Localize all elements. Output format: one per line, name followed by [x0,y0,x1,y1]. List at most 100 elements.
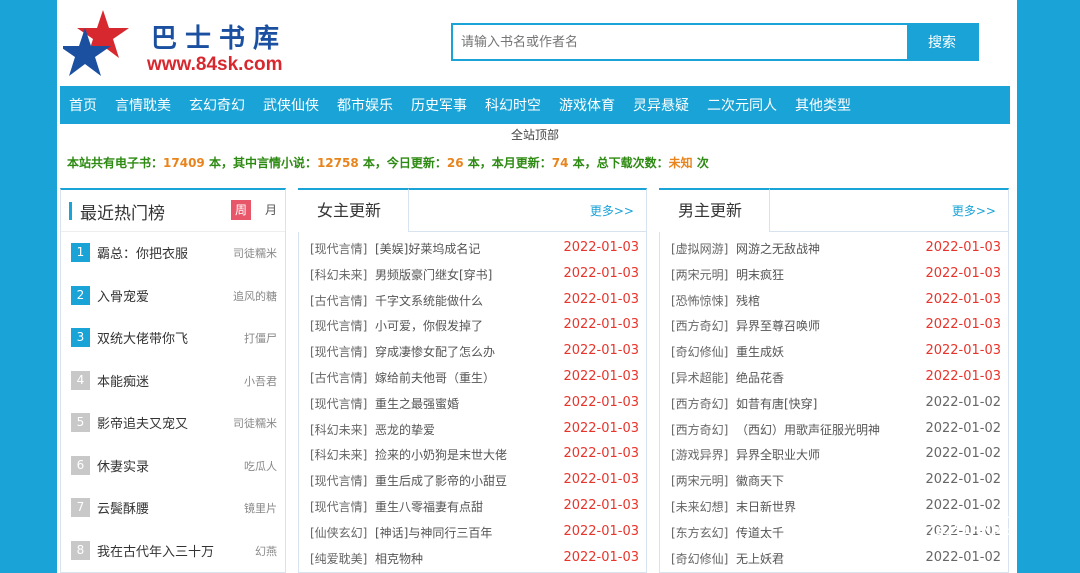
nav-item-home[interactable]: 首页 [60,95,106,115]
book-author[interactable]: 小吾君 [244,373,277,389]
book-link[interactable]: 传道太千 [736,524,784,541]
book-link[interactable]: 嫁给前夫他哥（重生） [375,369,495,386]
category-link[interactable]: [游戏异界] [671,446,728,463]
book-author[interactable]: 司徒糯米 [233,415,277,431]
tab-female-updates[interactable]: 女主更新 [298,188,409,232]
book-author[interactable]: 镜里片 [244,500,277,516]
book-title[interactable]: 我在古代年入三十万 [97,541,214,560]
book-title[interactable]: 本能痴迷 [97,371,149,390]
hot-list-item[interactable]: 7 云鬓酥腰 镜里片 [61,487,285,530]
book-author[interactable]: 追风的糖 [233,288,277,304]
category-link[interactable]: [两宋元明] [671,472,728,489]
book-link[interactable]: [神话]与神同行三百年 [375,524,492,541]
book-title[interactable]: 云鬓酥腰 [97,498,149,517]
hot-list-header: 最近热门榜 周 月 [61,190,285,232]
category-link[interactable]: [古代言情] [310,369,367,386]
category-link[interactable]: [西方奇幻] [671,395,728,412]
book-link[interactable]: 网游之无敌战神 [736,240,820,257]
category-link[interactable]: [奇幻修仙] [671,550,728,567]
book-link[interactable]: 恶龙的挚爱 [375,421,435,438]
book-link[interactable]: 千字文系统能做什么 [375,292,483,309]
hot-list-item[interactable]: 8 我在古代年入三十万 幻燕 [61,530,285,573]
book-link[interactable]: 异界全职业大师 [736,446,820,463]
book-author[interactable]: 打僵尸 [244,330,277,346]
search-button[interactable]: 搜索 [907,25,977,59]
book-link[interactable]: 相克物种 [375,550,423,567]
category-link[interactable]: [恐怖惊悚] [671,292,728,309]
category-link[interactable]: [科幻未来] [310,421,367,438]
book-link[interactable]: 无上妖君 [736,550,784,567]
category-link[interactable]: [未来幻想] [671,498,728,515]
category-link[interactable]: [纯爱耽美] [310,550,367,567]
book-link[interactable]: 残棺 [736,292,760,309]
nav-item-supernatural[interactable]: 灵异悬疑 [624,95,698,115]
site-logo[interactable]: 巴士书库 www.84sk.com [63,8,313,78]
book-title[interactable]: 影帝追夫又宠又 [97,413,188,432]
book-title[interactable]: 入骨宠爱 [97,286,149,305]
book-link[interactable]: 异界至尊召唤师 [736,317,820,334]
nav-item-fantasy[interactable]: 玄幻奇幻 [180,95,254,115]
book-link[interactable]: 小可爱，你假发掉了 [375,317,483,334]
more-link[interactable]: 更多>> [952,202,996,219]
hot-list-item[interactable]: 1 霸总：你把衣服 司徒糯米 [61,232,285,275]
nav-item-other[interactable]: 其他类型 [786,95,860,115]
nav-item-acg[interactable]: 二次元同人 [698,95,786,115]
book-link[interactable]: 重生八零福妻有点甜 [375,498,483,515]
nav-item-urban[interactable]: 都市娱乐 [328,95,402,115]
book-link[interactable]: 徽商天下 [736,472,784,489]
category-link[interactable]: [西方奇幻] [671,317,728,334]
category-link[interactable]: [古代言情] [310,292,367,309]
category-link[interactable]: [西方奇幻] [671,421,728,438]
category-link[interactable]: [虚拟网游] [671,240,728,257]
category-link[interactable]: [现代言情] [310,472,367,489]
nav-item-games[interactable]: 游戏体育 [550,95,624,115]
book-link[interactable]: 捡来的小奶狗是末世大佬 [375,446,507,463]
book-title[interactable]: 霸总：你把衣服 [97,243,188,262]
category-link[interactable]: [现代言情] [310,240,367,257]
book-title[interactable]: 休妻实录 [97,456,149,475]
tab-male-updates[interactable]: 男主更新 [659,188,770,232]
hot-list-item[interactable]: 5 影帝追夫又宠又 司徒糯米 [61,402,285,445]
nav-item-history[interactable]: 历史军事 [402,95,476,115]
category-link[interactable]: [奇幻修仙] [671,343,728,360]
category-link[interactable]: [两宋元明] [671,266,728,283]
category-link[interactable]: [现代言情] [310,317,367,334]
category-link[interactable]: [科幻未来] [310,266,367,283]
more-link[interactable]: 更多>> [590,202,634,219]
nav-item-scifi[interactable]: 科幻时空 [476,95,550,115]
search-input[interactable] [453,25,907,59]
book-link[interactable]: 穿成凄惨女配了怎么办 [375,343,495,360]
category-link[interactable]: [异术超能] [671,369,728,386]
category-link[interactable]: [仙侠玄幻] [310,524,367,541]
book-link[interactable]: 重生成妖 [736,343,784,360]
book-link[interactable]: 重生后成了影帝的小甜豆 [375,472,507,489]
book-link[interactable]: 末日新世界 [736,498,796,515]
category-link[interactable]: [现代言情] [310,343,367,360]
hot-list-item[interactable]: 2 入骨宠爱 追风的糖 [61,275,285,318]
book-link[interactable]: 明末疯狂 [736,266,784,283]
breadcrumb[interactable]: 全站顶部 [57,126,1013,143]
nav-item-romance[interactable]: 言情耽美 [106,95,180,115]
book-link[interactable]: 重生之最强蜜婚 [375,395,459,412]
category-link[interactable]: [现代言情] [310,498,367,515]
category-link[interactable]: [科幻未来] [310,446,367,463]
tab-week[interactable]: 周 [231,200,251,220]
book-author[interactable]: 幻燕 [255,543,277,559]
book-link[interactable]: 绝品花香 [736,369,784,386]
hot-list-item[interactable]: 4 本能痴迷 小吾君 [61,360,285,403]
nav-item-wuxia[interactable]: 武侠仙侠 [254,95,328,115]
category-link[interactable]: [东方玄幻] [671,524,728,541]
book-author[interactable]: 司徒糯米 [233,245,277,261]
book-link[interactable]: 男频版豪门继女[穿书] [375,266,492,283]
book-author[interactable]: 吃瓜人 [244,458,277,474]
book-link[interactable]: [美娱]好莱坞成名记 [375,240,480,257]
book-link[interactable]: （西幻）用歌声征服光明神 [736,421,880,438]
book-link[interactable]: 如昔有唐[快穿] [736,395,817,412]
update-row: [两宋元明] 明末疯狂 2022-01-03 [660,262,1008,288]
book-title[interactable]: 双统大佬带你飞 [97,328,188,347]
category-link[interactable]: [现代言情] [310,395,367,412]
update-date: 2022-01-03 [563,240,639,255]
tab-month[interactable]: 月 [261,200,281,220]
hot-list-item[interactable]: 6 休妻实录 吃瓜人 [61,445,285,488]
hot-list-item[interactable]: 3 双统大佬带你飞 打僵尸 [61,317,285,360]
